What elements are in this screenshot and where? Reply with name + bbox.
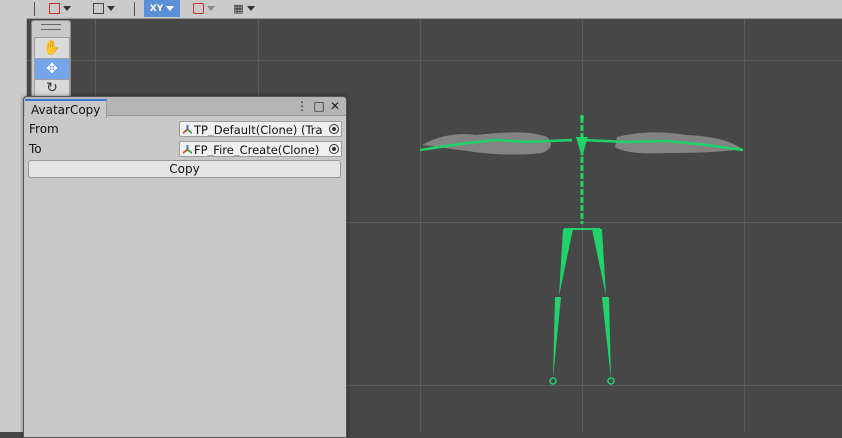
object-picker-icon[interactable] bbox=[329, 144, 339, 154]
avatar-object-icon bbox=[183, 125, 192, 134]
rotate-icon: ↻ bbox=[46, 80, 58, 96]
chevron-down-icon bbox=[207, 6, 215, 11]
move-arrows-icon: ✥ bbox=[46, 61, 58, 77]
grid-mode-dropdown[interactable]: ▦ bbox=[226, 0, 262, 17]
object-picker-icon[interactable] bbox=[329, 124, 339, 134]
cube-icon bbox=[93, 3, 104, 14]
tools-drag-handle[interactable] bbox=[41, 24, 61, 30]
from-label: From bbox=[29, 122, 59, 136]
scene-toolbar: XY ▦ bbox=[0, 0, 842, 19]
neck-bone bbox=[576, 137, 588, 157]
from-object-field[interactable]: TP_Default(Clone) (Tra bbox=[179, 121, 342, 137]
gizmo-mode-dropdown[interactable] bbox=[42, 0, 78, 17]
window-close-icon[interactable]: ✕ bbox=[329, 99, 341, 113]
copy-button[interactable]: Copy bbox=[28, 160, 341, 178]
head-joint bbox=[580, 115, 584, 119]
xy-view-button[interactable]: XY bbox=[144, 0, 180, 17]
right-upper-leg bbox=[592, 229, 606, 296]
cube-mode-dropdown[interactable] bbox=[86, 0, 122, 17]
xy-axis-icon: XY bbox=[149, 3, 164, 14]
avatar-copy-window: AvatarCopy ⋮ □ ✕ From TP_Default(Clone) … bbox=[23, 96, 347, 438]
chevron-down-icon bbox=[166, 6, 175, 11]
window-maximize-icon[interactable]: □ bbox=[313, 99, 325, 113]
hand-icon: ✋ bbox=[43, 40, 61, 56]
pencil-square-icon bbox=[49, 3, 60, 14]
lock-icon bbox=[193, 3, 204, 14]
avatar-object-icon bbox=[183, 145, 192, 154]
left-wing-mesh bbox=[422, 132, 551, 155]
chevron-down-icon bbox=[107, 6, 115, 11]
lock-view-dropdown[interactable] bbox=[186, 0, 222, 17]
chevron-down-icon bbox=[63, 6, 71, 11]
window-menu-icon[interactable]: ⋮ bbox=[296, 99, 308, 113]
toolbar-separator bbox=[134, 2, 135, 16]
toolbar-separator bbox=[34, 2, 35, 16]
left-foot-joint bbox=[549, 377, 557, 385]
right-foot-joint bbox=[607, 377, 615, 385]
to-label: To bbox=[29, 142, 42, 156]
grid-icon: ▦ bbox=[233, 2, 244, 15]
window-tab[interactable]: AvatarCopy bbox=[25, 99, 108, 118]
tools-overlay: ✋ ✥ ↻ bbox=[31, 20, 71, 98]
to-row: To FP_Fire_Create(Clone) bbox=[24, 139, 346, 159]
to-value: FP_Fire_Create(Clone) bbox=[194, 143, 320, 157]
window-header: AvatarCopy ⋮ □ ✕ bbox=[24, 97, 346, 118]
hand-tool-button[interactable]: ✋ bbox=[34, 37, 70, 59]
to-object-field[interactable]: FP_Fire_Create(Clone) bbox=[179, 141, 342, 157]
chevron-down-icon bbox=[246, 6, 255, 11]
left-upper-leg bbox=[559, 229, 573, 296]
from-value: TP_Default(Clone) (Tra bbox=[194, 123, 323, 137]
move-tool-button[interactable]: ✥ bbox=[34, 58, 70, 80]
rotate-tool-button[interactable]: ↻ bbox=[34, 79, 70, 97]
left-lower-leg bbox=[553, 297, 561, 379]
right-lower-leg bbox=[602, 297, 611, 379]
from-row: From TP_Default(Clone) (Tra bbox=[24, 119, 346, 139]
